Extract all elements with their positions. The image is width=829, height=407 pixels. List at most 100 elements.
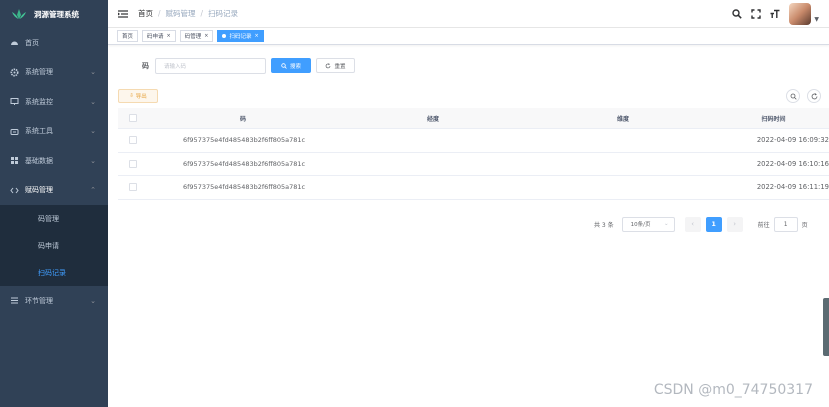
search-button[interactable]: 搜索	[271, 58, 311, 73]
sidebar-item-code-management[interactable]: 赋码管理 ⌃	[0, 176, 108, 206]
font-size-icon[interactable]	[770, 9, 780, 19]
grid-icon	[10, 156, 19, 165]
toggle-search-button[interactable]	[786, 89, 800, 103]
sidebar-item-system-tools[interactable]: 系统工具 ⌄	[0, 117, 108, 147]
column-header-latitude: 维度	[616, 115, 629, 123]
tool-icon	[10, 127, 19, 136]
sidebar: 洞源管理系统 首页 系统管理 ⌄ 系统监控 ⌄ 系统工具 ⌄ 基础数据 ⌄ 赋码…	[0, 0, 108, 407]
search-label: 码	[142, 62, 149, 70]
tag-scan-records[interactable]: 扫码记录 ×	[217, 30, 264, 42]
sidebar-subitem-code-manage[interactable]: 码管理	[0, 205, 108, 232]
cell-scan-time: 2022-04-09 16:11:19	[756, 183, 829, 192]
sidebar-subitem-code-apply[interactable]: 码申请	[0, 232, 108, 259]
close-icon[interactable]: ×	[254, 33, 258, 39]
tag-code-manage[interactable]: 码管理 ×	[179, 30, 214, 42]
row-check-cell	[118, 183, 148, 192]
download-icon: ⇩	[129, 93, 134, 99]
search-form: 码 请输入码 搜索 重置	[108, 58, 408, 74]
watermark: CSDN @m0_74750317	[653, 382, 813, 398]
fullscreen-icon[interactable]	[751, 9, 762, 19]
code-search-input[interactable]: 请输入码	[155, 58, 266, 74]
breadcrumb-scan-records: 扫码记录	[208, 9, 239, 18]
column-header-longitude: 经度	[426, 115, 439, 123]
sidebar-subitem-scan-records[interactable]: 扫码记录	[0, 259, 108, 286]
avatar[interactable]	[789, 3, 812, 25]
chevron-left-icon: ‹	[691, 220, 695, 228]
goto-suffix: 页	[801, 221, 808, 229]
logo[interactable]: 洞源管理系统	[0, 0, 108, 28]
reset-button[interactable]: 重置	[316, 58, 355, 73]
tag-label: 码管理	[184, 34, 202, 40]
row-checkbox[interactable]	[129, 136, 137, 145]
column-header-code: 码	[239, 115, 246, 123]
cell-code: 6f957375e4fd485483b2f6ff805a781c	[183, 183, 306, 192]
breadcrumb-home[interactable]: 首页	[138, 8, 153, 19]
chevron-down-icon: ⌄	[90, 68, 96, 77]
sidebar-item-home[interactable]: 首页	[0, 28, 108, 58]
breadcrumb-separator: /	[158, 9, 161, 18]
chevron-down-icon: ⌄	[90, 156, 96, 165]
sidebar-item-basic-data[interactable]: 基础数据 ⌄	[0, 146, 108, 176]
page-number-current[interactable]: 1	[705, 216, 722, 232]
goto-page-input[interactable]: 1	[773, 216, 798, 232]
header-check-cell	[118, 114, 148, 122]
pagination: 共 3 条 10条/页 ⌄ ‹ 1 › 前往 1 页	[594, 216, 808, 232]
sidebar-item-process-management[interactable]: 环节管理 ⌄	[0, 286, 108, 316]
navbar: 首页 / 赋码管理 / 扫码记录 ▼	[108, 0, 829, 28]
main-content: 码 请输入码 搜索 重置 ⇩ 导出 码 经度 维度 扫码时间 6f957375e…	[108, 45, 829, 407]
table-row[interactable]: 6f957375e4fd485483b2f6ff805a781c 2022-04…	[118, 176, 829, 200]
sidebar-item-label: 首页	[25, 38, 39, 47]
tag-code-apply[interactable]: 码申请 ×	[142, 30, 176, 42]
sidebar-item-system-management[interactable]: 系统管理 ⌄	[0, 58, 108, 88]
sidebar-item-system-monitor[interactable]: 系统监控 ⌄	[0, 87, 108, 117]
search-icon[interactable]	[732, 9, 743, 19]
logo-icon	[12, 9, 26, 19]
monitor-icon	[10, 97, 19, 106]
select-all-checkbox[interactable]	[129, 114, 137, 122]
sidebar-item-label: 基础数据	[25, 156, 53, 165]
breadcrumb-code-management: 赋码管理	[165, 9, 196, 18]
active-dot-icon	[222, 34, 227, 38]
prev-page-button[interactable]: ‹	[684, 216, 701, 232]
tag-home[interactable]: 首页	[117, 30, 139, 42]
export-button-label: 导出	[135, 94, 147, 100]
page-jumper: 前往 1 页	[757, 216, 808, 232]
row-checkbox[interactable]	[129, 159, 137, 168]
refresh-icon	[326, 62, 331, 68]
settings-drawer-handle[interactable]	[823, 298, 829, 356]
list-icon	[10, 296, 19, 305]
app-title: 洞源管理系统	[34, 9, 79, 19]
cell-code: 6f957375e4fd485483b2f6ff805a781c	[183, 159, 306, 168]
sidebar-item-label: 系统管理	[25, 68, 53, 77]
search-icon	[281, 62, 287, 69]
chevron-right-icon: ›	[733, 220, 737, 228]
goto-prefix: 前往	[757, 221, 770, 229]
chevron-down-icon: ⌄	[90, 127, 96, 136]
next-page-button[interactable]: ›	[726, 216, 743, 232]
close-icon[interactable]: ×	[204, 33, 208, 39]
reset-button-label: 重置	[334, 63, 346, 70]
refresh-icon	[811, 92, 817, 99]
export-button[interactable]: ⇩ 导出	[118, 89, 158, 103]
page-size-select[interactable]: 10条/页 ⌄	[621, 216, 675, 232]
sidebar-item-label: 环节管理	[25, 296, 53, 305]
table-row[interactable]: 6f957375e4fd485483b2f6ff805a781c 2022-04…	[118, 153, 829, 176]
row-checkbox[interactable]	[129, 183, 137, 192]
dashboard-icon	[10, 38, 19, 47]
tags-view: 首页 码申请 × 码管理 × 扫码记录 ×	[108, 28, 829, 45]
scan-record-table: 码 经度 维度 扫码时间 6f957375e4fd485483b2f6ff805…	[118, 108, 829, 200]
refresh-button[interactable]	[807, 89, 821, 103]
hamburger-icon[interactable]	[118, 9, 128, 19]
cell-scan-time: 2022-04-09 16:10:16	[756, 159, 829, 168]
close-icon[interactable]: ×	[167, 33, 171, 39]
table-row[interactable]: 6f957375e4fd485483b2f6ff805a781c 2022-04…	[118, 129, 829, 153]
chevron-up-icon: ⌃	[90, 186, 96, 195]
search-icon	[790, 93, 797, 100]
caret-down-icon[interactable]: ▼	[814, 16, 819, 23]
tag-label: 首页	[122, 34, 134, 40]
navbar-right: ▼	[732, 0, 829, 28]
cell-scan-time: 2022-04-09 16:09:32	[756, 136, 829, 145]
chevron-down-icon: ⌄	[90, 296, 96, 305]
search-button-label: 搜索	[289, 63, 301, 70]
code-icon	[10, 186, 19, 195]
